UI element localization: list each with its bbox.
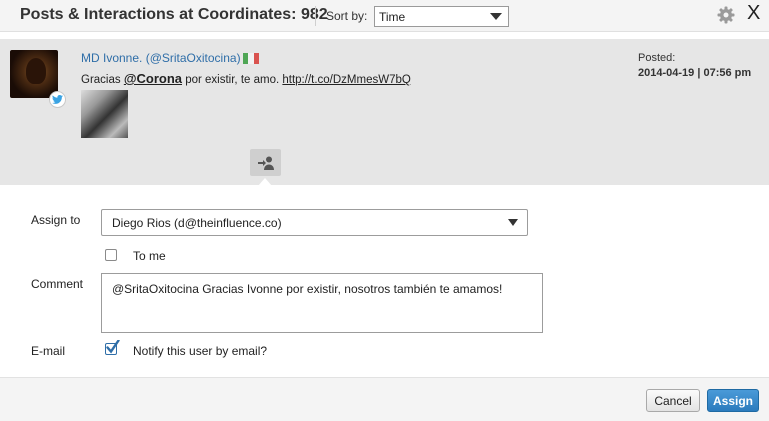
dialog-footer: Cancel Assign (0, 378, 769, 421)
avatar[interactable] (10, 50, 58, 98)
twitter-icon (49, 91, 66, 108)
post-card: MD Ivonne. (@SritaOxitocina) Gracias @Co… (0, 39, 769, 185)
post-author-link[interactable]: MD Ivonne. (@SritaOxitocina) (81, 51, 241, 65)
notify-email-label: Notify this user by email? (133, 344, 268, 358)
comment-textarea[interactable]: @SritaOxitocina Gracias Ivonne por exist… (101, 273, 543, 333)
gear-icon[interactable] (716, 5, 736, 25)
header-divider (315, 6, 316, 26)
chevron-down-icon (490, 13, 502, 20)
assign-to-select[interactable]: Diego Rios (d@theinfluence.co) (101, 209, 528, 236)
to-me-checkbox[interactable] (105, 249, 117, 261)
assign-user-icon[interactable] (250, 149, 281, 176)
dialog-title: Posts & Interactions at Coordinates: 982 (20, 6, 328, 23)
sort-by-value: Time (379, 10, 406, 24)
email-label: E-mail (31, 344, 66, 358)
notify-email-checkbox[interactable] (105, 340, 120, 355)
assign-to-label: Assign to (31, 213, 81, 227)
assign-form: Assign to Diego Rios (d@theinfluence.co)… (0, 185, 769, 378)
comment-label: Comment (31, 277, 84, 291)
post-text-prefix: Gracias (81, 74, 124, 86)
to-me-label: To me (133, 249, 166, 263)
post-text: Gracias @Corona por existir, te amo. htt… (81, 71, 411, 86)
chevron-down-icon (508, 219, 518, 226)
sort-by-label: Sort by: (326, 9, 368, 23)
post-mention-link[interactable]: @Corona (124, 71, 182, 86)
cancel-button[interactable]: Cancel (646, 389, 700, 412)
post-url-link[interactable]: http://t.co/DzMmesW7bQ (282, 74, 410, 86)
post-media-thumbnail[interactable] (81, 90, 128, 138)
sort-by-select[interactable]: Time (374, 6, 509, 27)
post-text-middle: por existir, te amo. (182, 74, 283, 86)
mexico-flag-icon (243, 53, 259, 64)
posted-timestamp: 2014-04-19 | 07:56 pm (638, 67, 752, 79)
assign-to-value: Diego Rios (d@theinfluence.co) (112, 216, 282, 230)
checkmark-icon (106, 340, 120, 354)
dialog-header: Posts & Interactions at Coordinates: 982… (0, 0, 769, 32)
close-icon[interactable]: X (747, 2, 760, 25)
assign-button[interactable]: Assign (707, 389, 759, 412)
posted-label: Posted: (638, 52, 676, 64)
